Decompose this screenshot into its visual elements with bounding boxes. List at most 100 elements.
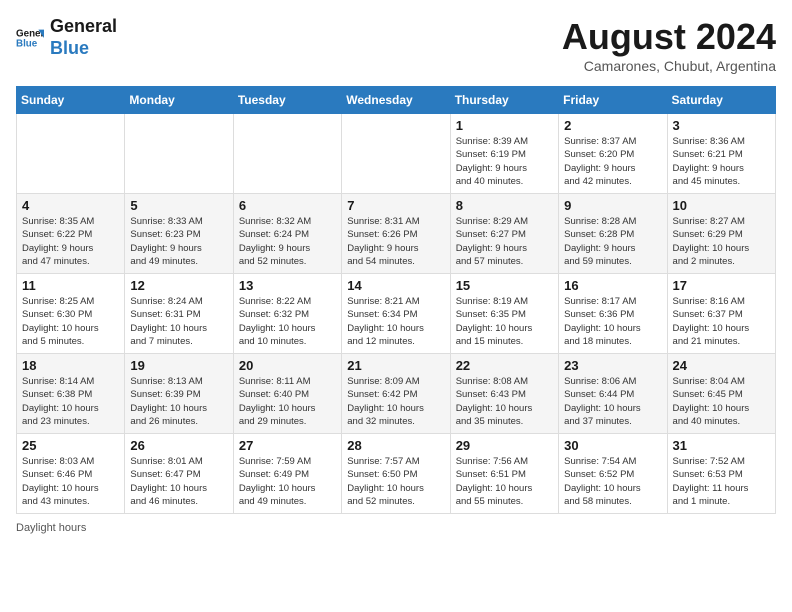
header-tuesday: Tuesday	[233, 87, 341, 114]
title-area: August 2024 Camarones, Chubut, Argentina	[562, 16, 776, 74]
logo-line2: Blue	[50, 38, 117, 60]
day-number: 25	[22, 438, 119, 453]
day-number: 19	[130, 358, 227, 373]
header-thursday: Thursday	[450, 87, 558, 114]
logo: General Blue General Blue	[16, 16, 117, 59]
day-info: Sunrise: 8:01 AM Sunset: 6:47 PM Dayligh…	[130, 455, 227, 508]
day-number: 29	[456, 438, 553, 453]
calendar-cell: 3 Sunrise: 8:36 AM Sunset: 6:21 PM Daylig…	[667, 114, 775, 194]
calendar-cell	[125, 114, 233, 194]
calendar-cell: 30Sunrise: 7:54 AM Sunset: 6:52 PM Dayli…	[559, 434, 667, 514]
day-info: Sunrise: 8:04 AM Sunset: 6:45 PM Dayligh…	[673, 375, 770, 428]
calendar-cell: 8Sunrise: 8:29 AM Sunset: 6:27 PM Daylig…	[450, 194, 558, 274]
day-info: Sunrise: 7:56 AM Sunset: 6:51 PM Dayligh…	[456, 455, 553, 508]
day-number: 9	[564, 198, 661, 213]
calendar-week-3: 11 Sunrise: 8:25 AM Sunset: 6:30 PM Dayli…	[17, 274, 776, 354]
day-info: Sunrise: 8:28 AM Sunset: 6:28 PM Dayligh…	[564, 215, 661, 268]
day-info: Sunrise: 8:13 AM Sunset: 6:39 PM Dayligh…	[130, 375, 227, 428]
calendar-header-row: SundayMondayTuesdayWednesdayThursdayFrid…	[17, 87, 776, 114]
calendar-cell: 19 Sunrise: 8:13 AM Sunset: 6:39 PM Dayli…	[125, 354, 233, 434]
logo-icon: General Blue	[16, 24, 44, 52]
calendar-week-4: 18 Sunrise: 8:14 AM Sunset: 6:38 PM Dayli…	[17, 354, 776, 434]
calendar-cell: 27 Sunrise: 7:59 AM Sunset: 6:49 PM Dayli…	[233, 434, 341, 514]
day-number: 15	[456, 278, 553, 293]
day-number: 24	[673, 358, 770, 373]
day-info: Sunrise: 8:21 AM Sunset: 6:34 PM Dayligh…	[347, 295, 444, 348]
day-info: Sunrise: 8:24 AM Sunset: 6:31 PM Dayligh…	[130, 295, 227, 348]
day-number: 7	[347, 198, 444, 213]
day-number: 18	[22, 358, 119, 373]
calendar-cell: 20 Sunrise: 8:11 AM Sunset: 6:40 PM Dayli…	[233, 354, 341, 434]
day-info: Sunrise: 8:29 AM Sunset: 6:27 PM Dayligh…	[456, 215, 553, 268]
day-info: Sunrise: 8:33 AM Sunset: 6:23 PM Dayligh…	[130, 215, 227, 268]
day-number: 30	[564, 438, 661, 453]
day-number: 13	[239, 278, 336, 293]
day-info: Sunrise: 8:22 AM Sunset: 6:32 PM Dayligh…	[239, 295, 336, 348]
day-number: 5	[130, 198, 227, 213]
calendar-week-5: 25 Sunrise: 8:03 AM Sunset: 6:46 PM Dayli…	[17, 434, 776, 514]
calendar-cell: 10Sunrise: 8:27 AM Sunset: 6:29 PM Dayli…	[667, 194, 775, 274]
calendar-cell: 9 Sunrise: 8:28 AM Sunset: 6:28 PM Daylig…	[559, 194, 667, 274]
calendar-cell: 1Sunrise: 8:39 AM Sunset: 6:19 PM Daylig…	[450, 114, 558, 194]
calendar-week-2: 4 Sunrise: 8:35 AM Sunset: 6:22 PM Daylig…	[17, 194, 776, 274]
calendar-cell: 12Sunrise: 8:24 AM Sunset: 6:31 PM Dayli…	[125, 274, 233, 354]
day-info: Sunrise: 8:37 AM Sunset: 6:20 PM Dayligh…	[564, 135, 661, 188]
header: General Blue General Blue August 2024 Ca…	[16, 16, 776, 74]
day-number: 3	[673, 118, 770, 133]
day-info: Sunrise: 8:39 AM Sunset: 6:19 PM Dayligh…	[456, 135, 553, 188]
day-info: Sunrise: 7:57 AM Sunset: 6:50 PM Dayligh…	[347, 455, 444, 508]
day-info: Sunrise: 7:52 AM Sunset: 6:53 PM Dayligh…	[673, 455, 770, 508]
day-info: Sunrise: 8:03 AM Sunset: 6:46 PM Dayligh…	[22, 455, 119, 508]
calendar-cell: 13 Sunrise: 8:22 AM Sunset: 6:32 PM Dayli…	[233, 274, 341, 354]
calendar-cell	[17, 114, 125, 194]
header-sunday: Sunday	[17, 87, 125, 114]
day-number: 27	[239, 438, 336, 453]
day-info: Sunrise: 7:59 AM Sunset: 6:49 PM Dayligh…	[239, 455, 336, 508]
calendar-cell: 5 Sunrise: 8:33 AM Sunset: 6:23 PM Daylig…	[125, 194, 233, 274]
day-info: Sunrise: 8:14 AM Sunset: 6:38 PM Dayligh…	[22, 375, 119, 428]
day-info: Sunrise: 8:09 AM Sunset: 6:42 PM Dayligh…	[347, 375, 444, 428]
calendar-cell: 25 Sunrise: 8:03 AM Sunset: 6:46 PM Dayli…	[17, 434, 125, 514]
calendar-cell: 28Sunrise: 7:57 AM Sunset: 6:50 PM Dayli…	[342, 434, 450, 514]
calendar-cell: 16Sunrise: 8:17 AM Sunset: 6:36 PM Dayli…	[559, 274, 667, 354]
calendar-cell: 11 Sunrise: 8:25 AM Sunset: 6:30 PM Dayli…	[17, 274, 125, 354]
day-info: Sunrise: 8:31 AM Sunset: 6:26 PM Dayligh…	[347, 215, 444, 268]
day-number: 23	[564, 358, 661, 373]
month-title: August 2024	[562, 16, 776, 58]
day-info: Sunrise: 8:06 AM Sunset: 6:44 PM Dayligh…	[564, 375, 661, 428]
day-number: 2	[564, 118, 661, 133]
day-info: Sunrise: 8:27 AM Sunset: 6:29 PM Dayligh…	[673, 215, 770, 268]
subtitle: Camarones, Chubut, Argentina	[562, 58, 776, 74]
calendar-cell: 7 Sunrise: 8:31 AM Sunset: 6:26 PM Daylig…	[342, 194, 450, 274]
day-info: Sunrise: 8:35 AM Sunset: 6:22 PM Dayligh…	[22, 215, 119, 268]
calendar-cell: 6 Sunrise: 8:32 AM Sunset: 6:24 PM Daylig…	[233, 194, 341, 274]
day-info: Sunrise: 8:19 AM Sunset: 6:35 PM Dayligh…	[456, 295, 553, 348]
day-number: 11	[22, 278, 119, 293]
day-info: Sunrise: 8:11 AM Sunset: 6:40 PM Dayligh…	[239, 375, 336, 428]
day-number: 4	[22, 198, 119, 213]
header-wednesday: Wednesday	[342, 87, 450, 114]
header-friday: Friday	[559, 87, 667, 114]
calendar-cell: 26Sunrise: 8:01 AM Sunset: 6:47 PM Dayli…	[125, 434, 233, 514]
day-number: 22	[456, 358, 553, 373]
day-info: Sunrise: 8:36 AM Sunset: 6:21 PM Dayligh…	[673, 135, 770, 188]
day-info: Sunrise: 8:17 AM Sunset: 6:36 PM Dayligh…	[564, 295, 661, 348]
calendar-cell: 22Sunrise: 8:08 AM Sunset: 6:43 PM Dayli…	[450, 354, 558, 434]
day-info: Sunrise: 8:25 AM Sunset: 6:30 PM Dayligh…	[22, 295, 119, 348]
calendar-cell: 29 Sunrise: 7:56 AM Sunset: 6:51 PM Dayli…	[450, 434, 558, 514]
calendar-cell: 2 Sunrise: 8:37 AM Sunset: 6:20 PM Daylig…	[559, 114, 667, 194]
calendar-cell: 21Sunrise: 8:09 AM Sunset: 6:42 PM Dayli…	[342, 354, 450, 434]
day-number: 17	[673, 278, 770, 293]
calendar-cell: 14Sunrise: 8:21 AM Sunset: 6:34 PM Dayli…	[342, 274, 450, 354]
calendar-cell: 31Sunrise: 7:52 AM Sunset: 6:53 PM Dayli…	[667, 434, 775, 514]
day-number: 6	[239, 198, 336, 213]
day-number: 20	[239, 358, 336, 373]
svg-text:Blue: Blue	[16, 38, 38, 49]
day-info: Sunrise: 8:32 AM Sunset: 6:24 PM Dayligh…	[239, 215, 336, 268]
calendar-cell: 18 Sunrise: 8:14 AM Sunset: 6:38 PM Dayli…	[17, 354, 125, 434]
calendar-cell: 4 Sunrise: 8:35 AM Sunset: 6:22 PM Daylig…	[17, 194, 125, 274]
calendar-cell: 17 Sunrise: 8:16 AM Sunset: 6:37 PM Dayli…	[667, 274, 775, 354]
day-info: Sunrise: 8:16 AM Sunset: 6:37 PM Dayligh…	[673, 295, 770, 348]
logo-line1: General	[50, 16, 117, 38]
calendar-cell: 15 Sunrise: 8:19 AM Sunset: 6:35 PM Dayli…	[450, 274, 558, 354]
